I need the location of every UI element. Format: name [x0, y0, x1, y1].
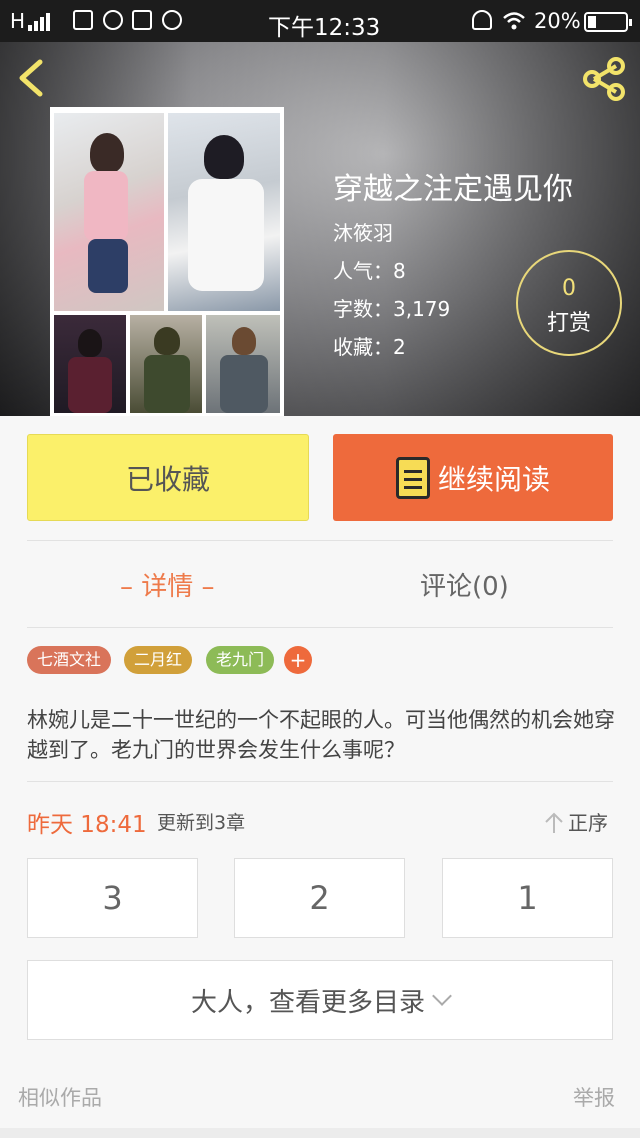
tip-label: 打赏 [546, 311, 591, 336]
update-time: 昨天 18:41 [27, 812, 147, 838]
app-notification-icon [73, 10, 93, 30]
battery-icon [584, 12, 632, 32]
add-tag-button[interactable]: + [284, 646, 312, 674]
signal-icon [28, 11, 54, 31]
book-icon [395, 456, 430, 499]
book-favorites: 收藏：2 [333, 335, 406, 359]
favorite-button[interactable]: 已收藏 [27, 434, 309, 521]
mute-icon [472, 10, 492, 30]
chapter-number: 1 [517, 879, 538, 917]
book-title: 穿越之注定遇见你 [333, 172, 573, 207]
tab-comments[interactable]: 评论(0) [420, 566, 509, 603]
continue-reading-label: 继续阅读 [437, 462, 550, 496]
divider [27, 627, 613, 628]
sort-order-toggle[interactable]: 正序 [544, 807, 608, 836]
bag-icon [132, 10, 152, 30]
bottom-edge [0, 1128, 640, 1138]
more-catalog-button[interactable]: 大人，查看更多目录 [27, 960, 613, 1040]
wechat-icon [162, 10, 182, 30]
book-cover[interactable] [50, 107, 284, 416]
back-chevron-icon[interactable] [14, 58, 50, 98]
chevron-down-icon [432, 986, 452, 1006]
tag-laojiumen[interactable]: 老九门 [206, 646, 275, 674]
cover-photo-man-1 [54, 315, 126, 413]
tag-qijiu[interactable]: 七酒文社 [27, 646, 112, 674]
chapter-number: 2 [309, 879, 330, 917]
divider [27, 540, 613, 541]
update-text: 更新到3章 [157, 812, 246, 834]
book-popularity: 人气：8 [333, 259, 406, 283]
book-word-count: 字数：3,179 [333, 297, 451, 321]
similar-works-link[interactable]: 相似作品 [18, 1082, 102, 1112]
share-icon[interactable] [580, 56, 628, 102]
book-author[interactable]: 沐筱羽 [333, 217, 393, 246]
chapter-button[interactable]: 1 [442, 858, 613, 938]
sort-order-label: 正序 [568, 811, 608, 835]
network-type: H [10, 9, 27, 33]
book-description: 林婉儿是二十一世纪的一个不起眼的人。可当他偶然的机会她穿越到了。老九门的世界会发… [27, 708, 615, 762]
continue-reading-button[interactable]: 继续阅读 [333, 434, 613, 521]
chapter-button[interactable]: 2 [234, 858, 405, 938]
more-catalog-label: 大人，查看更多目录 [190, 987, 425, 1018]
clock: 下午12:33 [268, 15, 381, 41]
battery-percent: 20% [534, 9, 581, 33]
book-header: 穿越之注定遇见你 沐筱羽 人气：8 字数：3,179 收藏：2 0 打赏 [0, 42, 640, 416]
cover-photo-girl [54, 113, 164, 311]
tip-count: 0 [562, 276, 576, 301]
tip-button[interactable]: 0 打赏 [516, 250, 622, 356]
wifi-icon [503, 12, 525, 30]
arrow-up-icon [545, 812, 563, 833]
divider [27, 781, 613, 782]
cover-photo-boy [168, 113, 280, 311]
report-link[interactable]: 举报 [573, 1082, 615, 1112]
chapter-number: 3 [102, 879, 123, 917]
favorite-button-label: 已收藏 [125, 462, 210, 496]
tab-detail[interactable]: – 详情 – [120, 566, 215, 603]
chapter-button[interactable]: 3 [27, 858, 198, 938]
tag-eryuehong[interactable]: 二月红 [124, 646, 193, 674]
cover-photo-man-2 [130, 315, 202, 413]
status-bar: H 下午12:33 20% [0, 0, 640, 42]
cover-photo-man-3 [206, 315, 280, 413]
qq-icon [103, 10, 123, 30]
